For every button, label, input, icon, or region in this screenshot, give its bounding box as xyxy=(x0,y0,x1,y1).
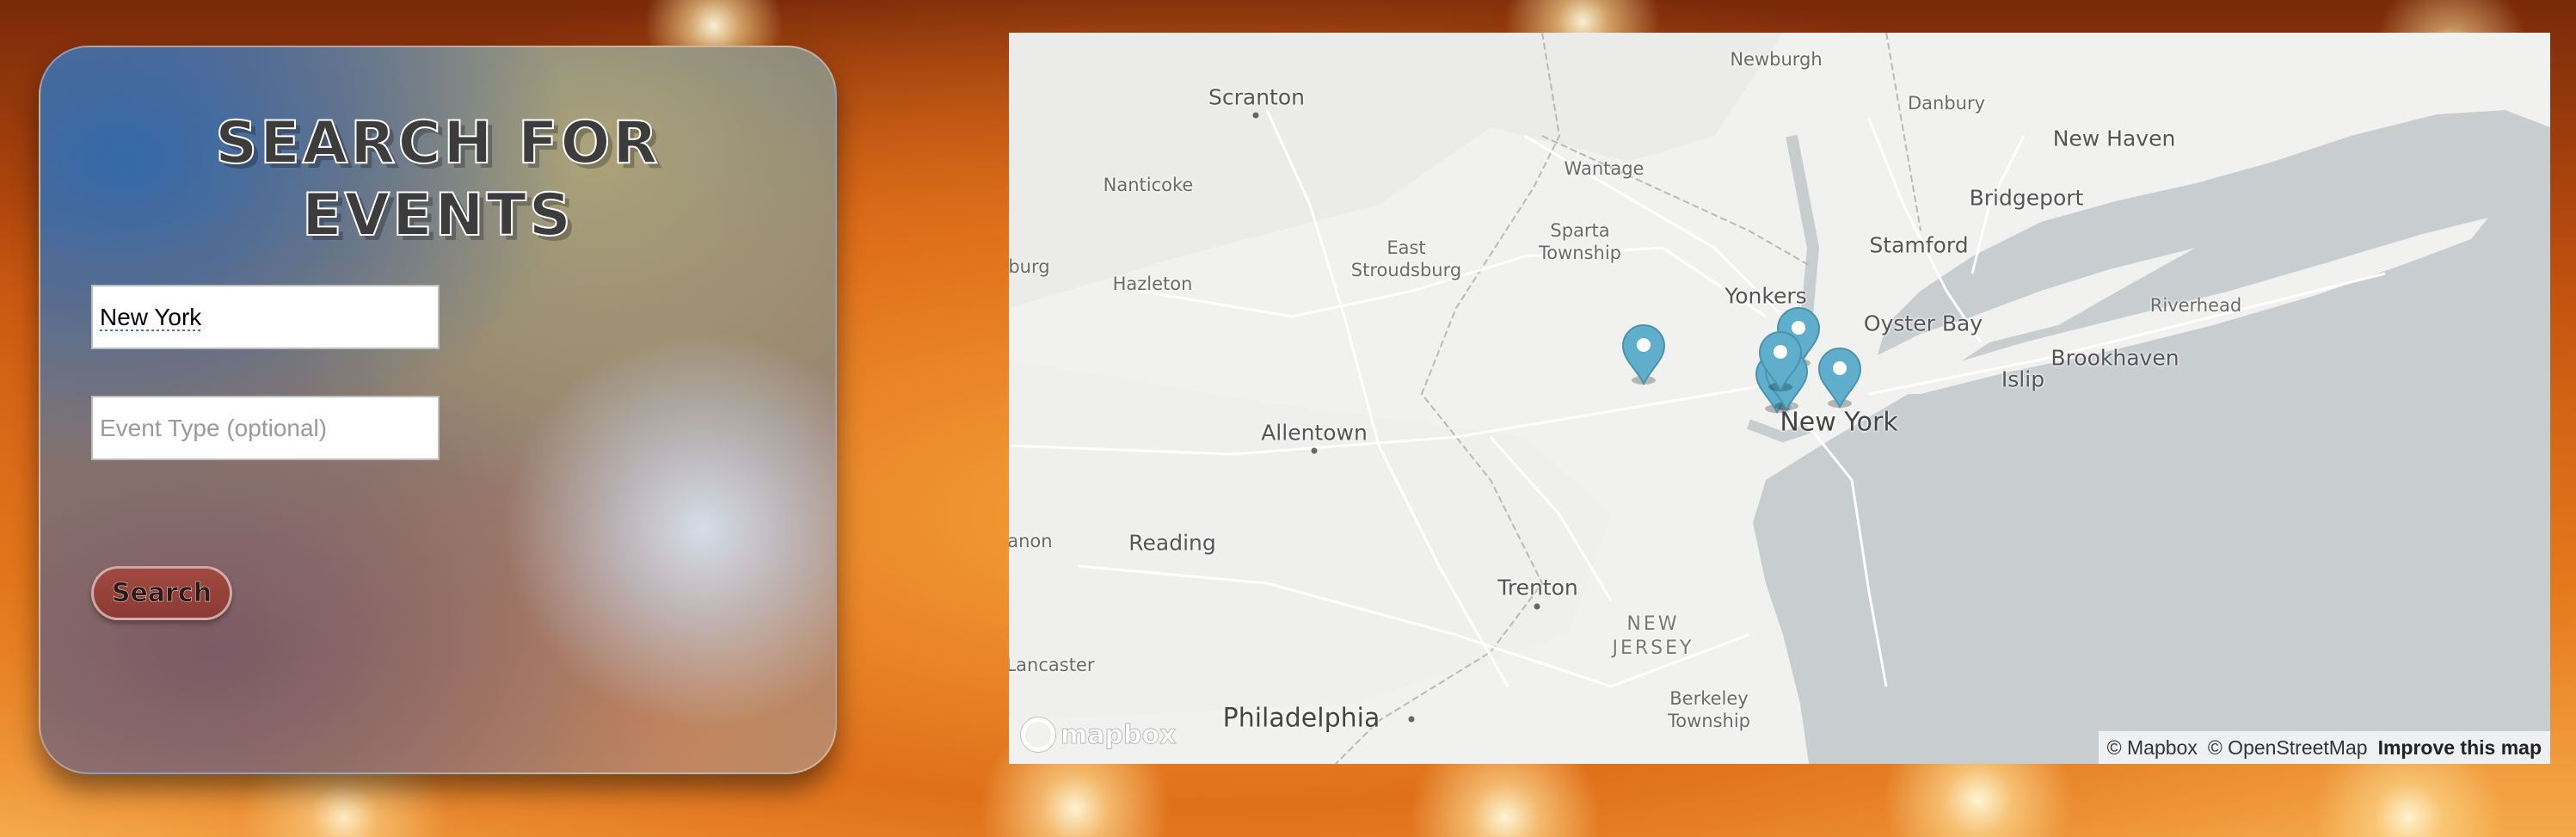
label-danbury: Danbury xyxy=(1907,93,1986,114)
label-hazleton: Hazleton xyxy=(1112,274,1193,294)
label-bridgeport: Bridgeport xyxy=(1969,185,2084,211)
map[interactable]: Newburgh Scranton Danbury New Haven Want… xyxy=(1009,33,2550,764)
event-marker[interactable] xyxy=(1620,323,1667,385)
dot-scranton xyxy=(1252,112,1259,119)
panel-title: SEARCH FOR EVENTS xyxy=(214,108,661,250)
label-reading: Reading xyxy=(1128,530,1216,556)
label-yonkers: Yonkers xyxy=(1725,283,1807,309)
label-oyster-bay: Oyster Bay xyxy=(1863,311,1983,336)
label-newburgh: Newburgh xyxy=(1730,49,1823,70)
dot-allentown xyxy=(1311,447,1318,454)
event-marker[interactable] xyxy=(1817,347,1863,409)
label-lancaster: Lancaster xyxy=(1009,655,1095,675)
search-button[interactable]: Search xyxy=(91,566,232,620)
event-type-input[interactable] xyxy=(91,396,440,460)
label-allentown: Allentown xyxy=(1261,420,1368,446)
label-philadelphia: Philadelphia xyxy=(1222,703,1380,734)
mapbox-logo-icon xyxy=(1021,717,1055,752)
label-trenton: Trenton xyxy=(1497,575,1578,600)
label-stamford: Stamford xyxy=(1869,232,1969,258)
label-bloomsburg: sburg xyxy=(1009,256,1050,277)
event-marker[interactable] xyxy=(1757,330,1804,392)
improve-map-link[interactable]: Improve this map xyxy=(2378,736,2542,760)
label-sparta: Sparta Township xyxy=(1538,220,1622,263)
mapbox-logo-text: mapbox xyxy=(1060,719,1177,750)
dot-philadelphia xyxy=(1408,716,1415,723)
attribution-osm-link[interactable]: © OpenStreetMap xyxy=(2208,736,2368,760)
map-attribution: © Mapbox © OpenStreetMap Improve this ma… xyxy=(2098,731,2550,764)
city-input[interactable] xyxy=(91,285,440,349)
label-islip: Islip xyxy=(2001,366,2045,392)
label-nanticoke: Nanticoke xyxy=(1103,175,1194,195)
label-new-jersey: NEW JERSEY xyxy=(1612,613,1694,659)
label-lebanon: oanon xyxy=(1009,531,1053,551)
label-new-haven: New Haven xyxy=(2052,126,2176,151)
mapbox-logo[interactable]: mapbox xyxy=(1021,716,1177,754)
search-panel: SEARCH FOR EVENTS Search xyxy=(39,46,837,774)
label-brookhaven: Brookhaven xyxy=(2050,345,2179,371)
attribution-mapbox-link[interactable]: © Mapbox xyxy=(2107,736,2198,760)
dot-trenton xyxy=(1534,603,1540,610)
label-berkeley: Berkeley Township xyxy=(1667,688,1751,731)
label-wantage: Wantage xyxy=(1564,158,1645,179)
label-scranton: Scranton xyxy=(1208,84,1305,110)
label-riverhead: Riverhead xyxy=(2149,295,2242,316)
label-east-stroudsburg: East Stroudsburg xyxy=(1350,237,1462,280)
